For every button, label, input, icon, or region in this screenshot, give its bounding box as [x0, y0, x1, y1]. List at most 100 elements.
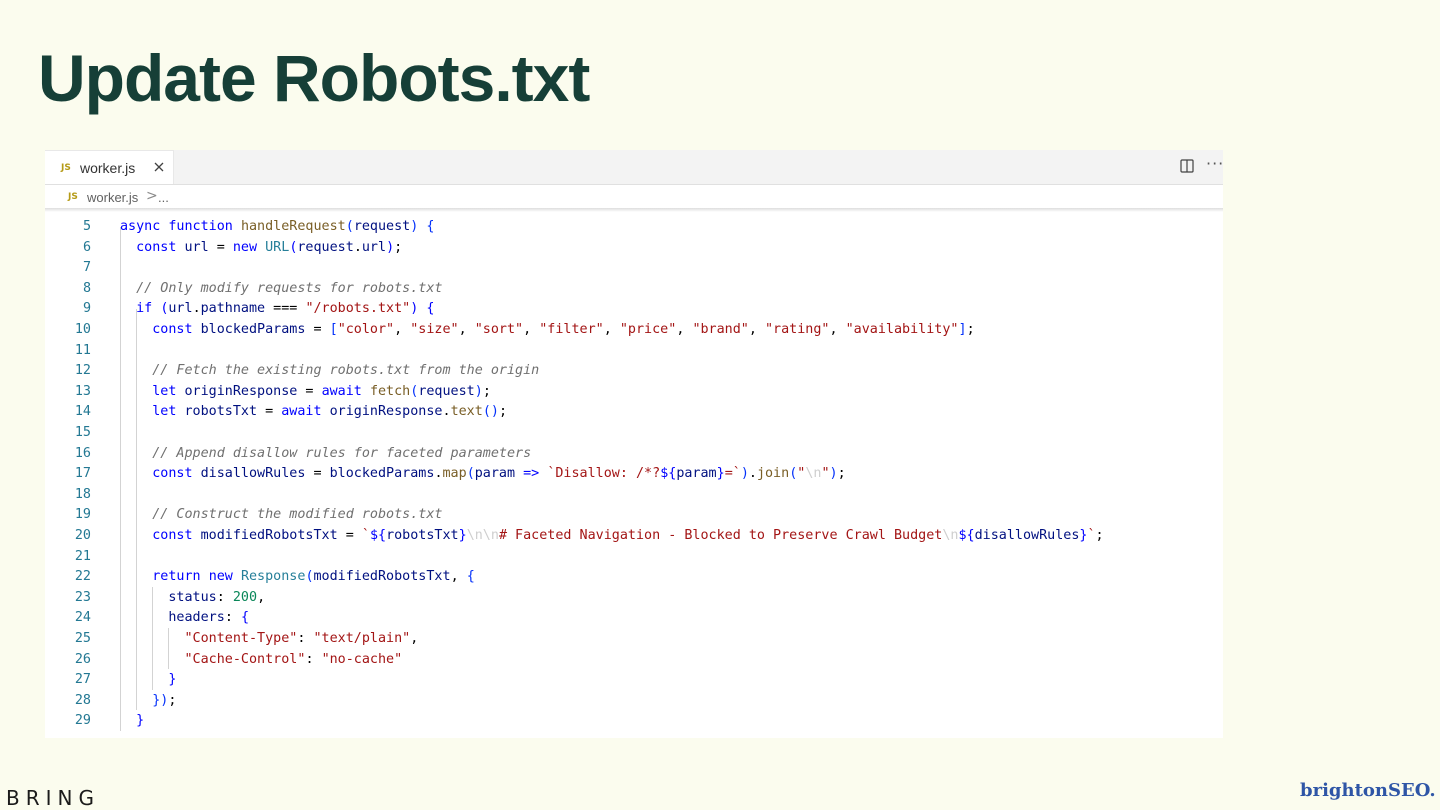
line-number: 29 [74, 713, 91, 729]
code-line[interactable]: 20 const modifiedRobotsTxt = `${robotsTx… [45, 526, 1223, 547]
code-line[interactable]: 23 status: 200, [45, 588, 1223, 609]
code-token: async [120, 219, 161, 234]
code-line[interactable]: 17 const disallowRules = blockedParams.m… [45, 464, 1223, 485]
code-line[interactable]: 26 "Cache-Control": "no-cache" [45, 650, 1223, 671]
code-token: ( [466, 466, 475, 482]
code-line[interactable]: 28 }); [45, 691, 1223, 712]
line-number: 12 [74, 363, 91, 379]
code-line[interactable]: 21 [45, 547, 1223, 568]
code-token: disallowRules [200, 466, 306, 482]
breadcrumb-symbols[interactable]: ... [158, 190, 169, 205]
code-token: } [716, 466, 725, 482]
code-token: = [337, 528, 362, 543]
code-line[interactable]: 11 [45, 341, 1223, 362]
code-token: await [321, 383, 362, 399]
code-line[interactable]: 16 // Append disallow rules for faceted … [45, 444, 1223, 465]
code-text: let originResponse = await fetch(request… [120, 382, 491, 403]
code-text: "Content-Type": "text/plain", [120, 629, 419, 650]
code-token: url [168, 301, 193, 317]
code-token: ` [1087, 528, 1096, 543]
code-token: : [216, 589, 233, 605]
code-line[interactable]: 5 async function handleRequest(request) { [45, 217, 1223, 238]
code-token: `Disallow: /*? [547, 466, 661, 482]
close-icon[interactable] [151, 159, 167, 175]
code-token: } [168, 672, 177, 688]
code-text: // Fetch the existing robots.txt from th… [120, 361, 539, 382]
code-token: request [353, 219, 411, 234]
code-token: ${ [660, 466, 677, 482]
code-token: = [305, 322, 330, 337]
code-token: "size" [410, 322, 459, 337]
code-token: let [152, 404, 177, 420]
code-token: request [418, 383, 475, 399]
code-token: if [136, 301, 153, 317]
code-token: . [434, 466, 443, 482]
code-token: url [184, 239, 209, 255]
split-editor-icon[interactable] [1179, 158, 1195, 174]
line-number: 27 [74, 672, 91, 688]
code-token: " [821, 466, 830, 482]
code-line[interactable]: 12 // Fetch the existing robots.txt from… [45, 361, 1223, 382]
code-token: return [152, 569, 201, 585]
code-line[interactable]: 27 } [45, 670, 1223, 691]
code-text: const blockedParams = ["color", "size", … [120, 320, 974, 341]
code-line[interactable]: 19 // Construct the modified robots.txt [45, 505, 1223, 526]
tab-worker-js[interactable]: JS worker.js [45, 150, 174, 184]
code-text: } [120, 670, 176, 691]
line-number: 11 [74, 342, 91, 358]
line-number: 28 [74, 692, 91, 708]
code-line[interactable]: 13 let originResponse = await fetch(requ… [45, 382, 1223, 403]
code-line[interactable]: 7 [45, 258, 1223, 279]
bring-logo: BRING [6, 786, 100, 810]
code-line[interactable]: 29 } [45, 711, 1223, 732]
code-line[interactable]: 15 [45, 423, 1223, 444]
code-token: , [603, 322, 620, 337]
breadcrumb-file[interactable]: worker.js [87, 190, 138, 205]
code-area[interactable]: 5 async function handleRequest(request) {… [45, 207, 1223, 738]
code-token: { [426, 301, 435, 317]
code-line[interactable]: 9 if (url.pathname === "/robots.txt") { [45, 299, 1223, 320]
code-token: () [482, 404, 499, 420]
code-line[interactable]: 8 // Only modify requests for robots.txt [45, 279, 1223, 300]
code-line[interactable]: 6 const url = new URL(request.url); [45, 238, 1223, 259]
line-number: 20 [74, 528, 91, 543]
code-line[interactable]: 22 return new Response(modifiedRobotsTxt… [45, 567, 1223, 588]
code-line[interactable]: 24 headers: { [45, 608, 1223, 629]
code-text: // Only modify requests for robots.txt [120, 279, 442, 300]
code-token: , [410, 631, 419, 646]
code-line[interactable]: 10 const blockedParams = ["color", "size… [45, 320, 1223, 341]
breadcrumb: JS worker.js > ... [45, 184, 1223, 208]
code-text: async function handleRequest(request) { [120, 217, 434, 238]
code-line[interactable]: 14 let robotsTxt = await originResponse.… [45, 402, 1223, 423]
code-token: ( [305, 569, 314, 585]
code-token: = [208, 239, 233, 255]
javascript-file-icon: JS [68, 192, 78, 202]
code-token: . [442, 404, 451, 420]
code-editor: JS worker.js ··· JS worker.js > ... 5 asy… [45, 150, 1223, 738]
code-text: status: 200, [120, 588, 265, 609]
code-token: ${ [369, 528, 387, 543]
code-line[interactable]: 25 "Content-Type": "text/plain", [45, 629, 1223, 650]
code-token: : [297, 631, 314, 646]
code-token: join [756, 466, 790, 482]
code-token: param [474, 466, 516, 482]
line-number: 8 [82, 280, 91, 296]
slide-title: Update Robots.txt [38, 41, 590, 115]
code-line[interactable]: 18 [45, 485, 1223, 506]
code-token: ` [361, 528, 370, 543]
code-token: ; [168, 692, 177, 708]
code-token: param [676, 466, 717, 482]
more-actions-icon[interactable]: ··· [1206, 154, 1223, 173]
